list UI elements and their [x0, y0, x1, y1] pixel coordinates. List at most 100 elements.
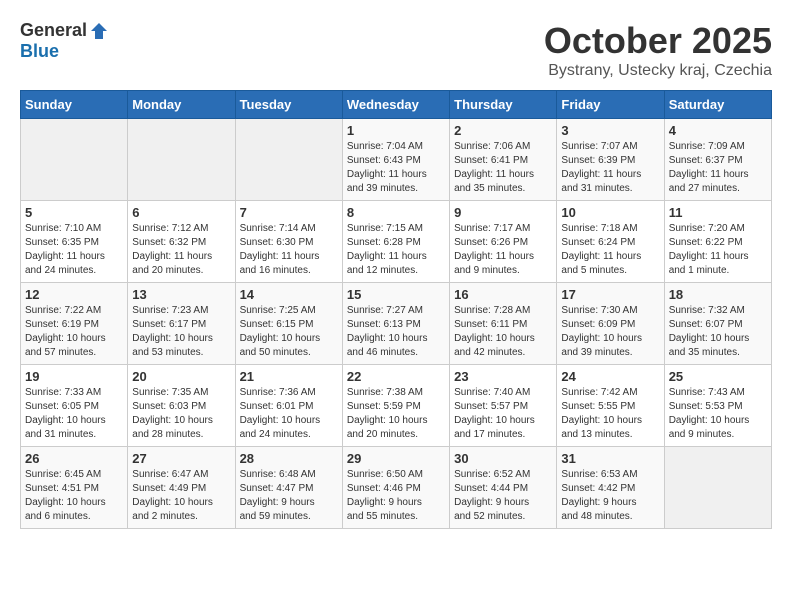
day-info: Sunrise: 7:27 AM Sunset: 6:13 PM Dayligh… — [347, 304, 445, 360]
day-info: Sunrise: 7:07 AM Sunset: 6:39 PM Dayligh… — [561, 140, 659, 196]
calendar-cell: 13 Sunrise: 7:23 AM Sunset: 6:17 PM Dayli… — [128, 283, 235, 365]
day-info: Sunrise: 6:45 AM Sunset: 4:51 PM Dayligh… — [25, 468, 123, 524]
day-number: 31 — [561, 451, 659, 466]
calendar-cell: 6Sunrise: 7:12 AM Sunset: 6:32 PM Daylig… — [128, 201, 235, 283]
day-info: Sunrise: 7:38 AM Sunset: 5:59 PM Dayligh… — [347, 386, 445, 442]
weekday-header-wednesday: Wednesday — [342, 91, 449, 119]
day-info: Sunrise: 7:09 AM Sunset: 6:37 PM Dayligh… — [669, 140, 767, 196]
calendar-cell: 20 Sunrise: 7:35 AM Sunset: 6:03 PM Dayli… — [128, 365, 235, 447]
weekday-header-saturday: Saturday — [664, 91, 771, 119]
calendar-cell: 1 Sunrise: 7:04 AM Sunset: 6:43 PM Daylig… — [342, 119, 449, 201]
calendar-cell — [664, 447, 771, 529]
day-info: Sunrise: 6:47 AM Sunset: 4:49 PM Dayligh… — [132, 468, 230, 524]
page-header: General Blue October 2025 Bystrany, Uste… — [20, 20, 772, 80]
day-info: Sunrise: 7:17 AM Sunset: 6:26 PM Dayligh… — [454, 222, 552, 278]
logo-general-text: General — [20, 20, 87, 41]
calendar-cell: 31 Sunrise: 6:53 AM Sunset: 4:42 PM Dayli… — [557, 447, 664, 529]
day-info: Sunrise: 7:35 AM Sunset: 6:03 PM Dayligh… — [132, 386, 230, 442]
month-title: October 2025 — [544, 20, 772, 62]
day-number: 3 — [561, 123, 659, 138]
weekday-header-thursday: Thursday — [450, 91, 557, 119]
day-number: 26 — [25, 451, 123, 466]
day-info: Sunrise: 7:33 AM Sunset: 6:05 PM Dayligh… — [25, 386, 123, 442]
calendar-cell — [235, 119, 342, 201]
day-info: Sunrise: 7:10 AM Sunset: 6:35 PM Dayligh… — [25, 222, 123, 278]
day-number: 28 — [240, 451, 338, 466]
day-info: Sunrise: 7:20 AM Sunset: 6:22 PM Dayligh… — [669, 222, 767, 278]
day-info: Sunrise: 7:40 AM Sunset: 5:57 PM Dayligh… — [454, 386, 552, 442]
calendar-cell: 21 Sunrise: 7:36 AM Sunset: 6:01 PM Dayli… — [235, 365, 342, 447]
day-number: 5 — [25, 205, 123, 220]
day-number: 4 — [669, 123, 767, 138]
day-info: Sunrise: 7:18 AM Sunset: 6:24 PM Dayligh… — [561, 222, 659, 278]
day-number: 16 — [454, 287, 552, 302]
day-number: 10 — [561, 205, 659, 220]
day-number: 21 — [240, 369, 338, 384]
day-number: 1 — [347, 123, 445, 138]
weekday-header-tuesday: Tuesday — [235, 91, 342, 119]
calendar-cell: 10 Sunrise: 7:18 AM Sunset: 6:24 PM Dayli… — [557, 201, 664, 283]
day-number: 24 — [561, 369, 659, 384]
calendar-cell: 2Sunrise: 7:06 AM Sunset: 6:41 PM Daylig… — [450, 119, 557, 201]
day-info: Sunrise: 6:53 AM Sunset: 4:42 PM Dayligh… — [561, 468, 659, 524]
calendar-cell: 17 Sunrise: 7:30 AM Sunset: 6:09 PM Dayli… — [557, 283, 664, 365]
day-number: 6 — [132, 205, 230, 220]
calendar-cell: 30Sunrise: 6:52 AM Sunset: 4:44 PM Dayli… — [450, 447, 557, 529]
day-info: Sunrise: 7:32 AM Sunset: 6:07 PM Dayligh… — [669, 304, 767, 360]
day-info: Sunrise: 7:28 AM Sunset: 6:11 PM Dayligh… — [454, 304, 552, 360]
day-number: 14 — [240, 287, 338, 302]
title-block: October 2025 Bystrany, Ustecky kraj, Cze… — [544, 20, 772, 80]
logo-icon — [89, 21, 109, 41]
calendar-cell: 14 Sunrise: 7:25 AM Sunset: 6:15 PM Dayli… — [235, 283, 342, 365]
day-number: 13 — [132, 287, 230, 302]
calendar-cell: 15 Sunrise: 7:27 AM Sunset: 6:13 PM Dayli… — [342, 283, 449, 365]
calendar-cell: 18 Sunrise: 7:32 AM Sunset: 6:07 PM Dayli… — [664, 283, 771, 365]
calendar-cell — [128, 119, 235, 201]
day-number: 2 — [454, 123, 552, 138]
day-number: 25 — [669, 369, 767, 384]
day-info: Sunrise: 7:23 AM Sunset: 6:17 PM Dayligh… — [132, 304, 230, 360]
day-number: 27 — [132, 451, 230, 466]
calendar-cell: 26 Sunrise: 6:45 AM Sunset: 4:51 PM Dayli… — [21, 447, 128, 529]
weekday-header-friday: Friday — [557, 91, 664, 119]
calendar-week-2: 5 Sunrise: 7:10 AM Sunset: 6:35 PM Daylig… — [21, 201, 772, 283]
day-info: Sunrise: 7:25 AM Sunset: 6:15 PM Dayligh… — [240, 304, 338, 360]
day-info: Sunrise: 7:43 AM Sunset: 5:53 PM Dayligh… — [669, 386, 767, 442]
calendar-cell: 29Sunrise: 6:50 AM Sunset: 4:46 PM Dayli… — [342, 447, 449, 529]
day-info: Sunrise: 7:42 AM Sunset: 5:55 PM Dayligh… — [561, 386, 659, 442]
day-number: 29 — [347, 451, 445, 466]
day-number: 17 — [561, 287, 659, 302]
day-info: Sunrise: 7:22 AM Sunset: 6:19 PM Dayligh… — [25, 304, 123, 360]
calendar-week-4: 19 Sunrise: 7:33 AM Sunset: 6:05 PM Dayli… — [21, 365, 772, 447]
day-number: 18 — [669, 287, 767, 302]
calendar-cell: 28 Sunrise: 6:48 AM Sunset: 4:47 PM Dayli… — [235, 447, 342, 529]
calendar-week-5: 26 Sunrise: 6:45 AM Sunset: 4:51 PM Dayli… — [21, 447, 772, 529]
day-info: Sunrise: 7:14 AM Sunset: 6:30 PM Dayligh… — [240, 222, 338, 278]
logo: General Blue — [20, 20, 109, 62]
calendar-cell: 24 Sunrise: 7:42 AM Sunset: 5:55 PM Dayli… — [557, 365, 664, 447]
day-number: 19 — [25, 369, 123, 384]
day-number: 8 — [347, 205, 445, 220]
day-number: 15 — [347, 287, 445, 302]
logo-blue-text: Blue — [20, 41, 59, 62]
calendar-cell: 25 Sunrise: 7:43 AM Sunset: 5:53 PM Dayli… — [664, 365, 771, 447]
location-text: Bystrany, Ustecky kraj, Czechia — [544, 62, 772, 80]
day-number: 20 — [132, 369, 230, 384]
calendar-cell: 4 Sunrise: 7:09 AM Sunset: 6:37 PM Daylig… — [664, 119, 771, 201]
calendar-cell: 27 Sunrise: 6:47 AM Sunset: 4:49 PM Dayli… — [128, 447, 235, 529]
calendar-cell: 3 Sunrise: 7:07 AM Sunset: 6:39 PM Daylig… — [557, 119, 664, 201]
calendar-cell: 5 Sunrise: 7:10 AM Sunset: 6:35 PM Daylig… — [21, 201, 128, 283]
calendar-cell: 8Sunrise: 7:15 AM Sunset: 6:28 PM Daylig… — [342, 201, 449, 283]
day-info: Sunrise: 7:36 AM Sunset: 6:01 PM Dayligh… — [240, 386, 338, 442]
calendar-cell: 7Sunrise: 7:14 AM Sunset: 6:30 PM Daylig… — [235, 201, 342, 283]
calendar-cell: 22Sunrise: 7:38 AM Sunset: 5:59 PM Dayli… — [342, 365, 449, 447]
calendar-cell — [21, 119, 128, 201]
calendar-cell: 19 Sunrise: 7:33 AM Sunset: 6:05 PM Dayli… — [21, 365, 128, 447]
calendar-cell: 11Sunrise: 7:20 AM Sunset: 6:22 PM Dayli… — [664, 201, 771, 283]
day-info: Sunrise: 7:04 AM Sunset: 6:43 PM Dayligh… — [347, 140, 445, 196]
weekday-header-monday: Monday — [128, 91, 235, 119]
day-number: 12 — [25, 287, 123, 302]
calendar-week-1: 1 Sunrise: 7:04 AM Sunset: 6:43 PM Daylig… — [21, 119, 772, 201]
day-info: Sunrise: 6:48 AM Sunset: 4:47 PM Dayligh… — [240, 468, 338, 524]
day-info: Sunrise: 7:30 AM Sunset: 6:09 PM Dayligh… — [561, 304, 659, 360]
